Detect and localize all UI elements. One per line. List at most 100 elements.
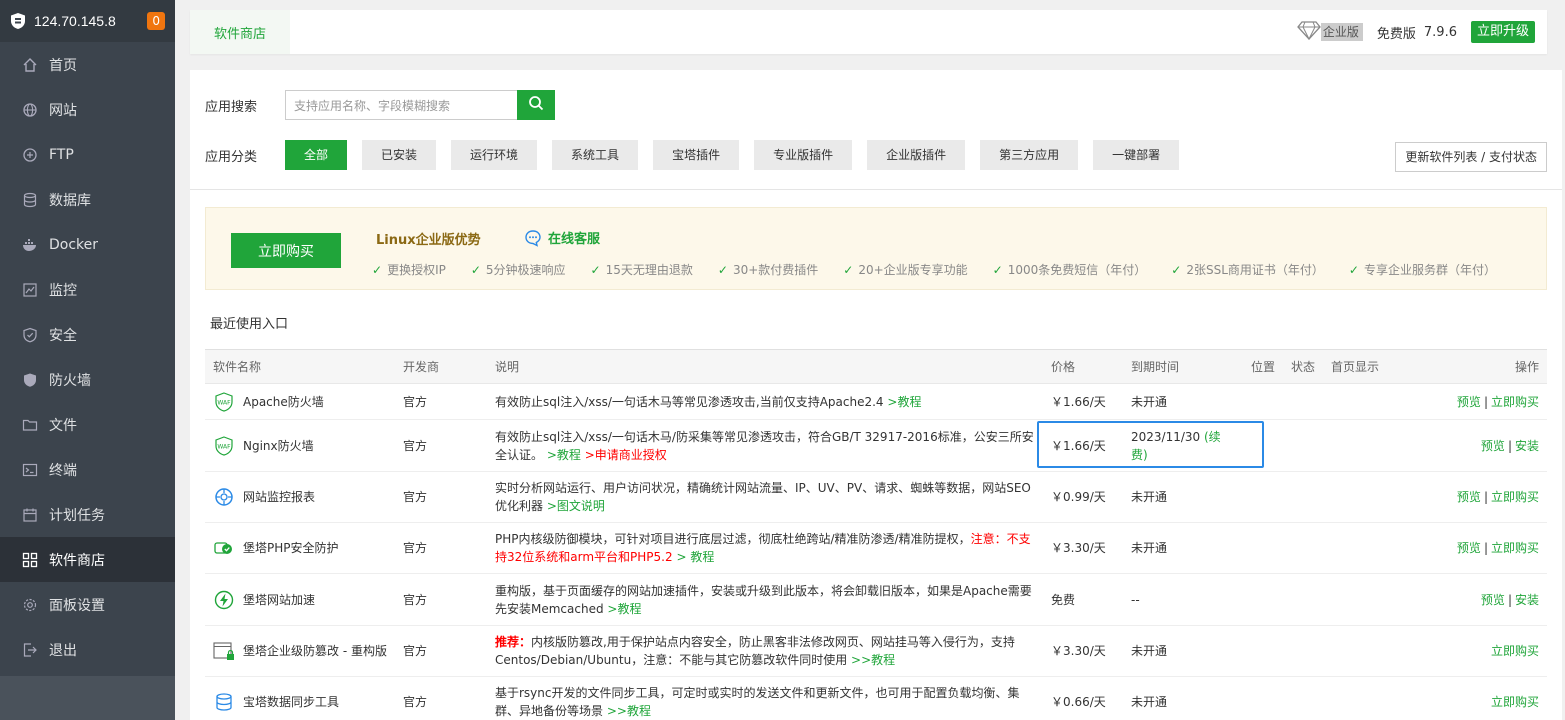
sidebar-item-home[interactable]: 首页 [0,42,175,87]
buy-link[interactable]: 立即购买 [1491,395,1539,409]
tab-software-store[interactable]: 软件商店 [190,10,290,54]
sidebar: 124.70.145.8 0 首页 网站 FTP 数据库 Docker 监控 安… [0,0,175,720]
software-name: 堡塔企业级防篡改 - 重构版 [243,644,387,658]
sidebar-footer [0,676,175,720]
sidebar-item-website[interactable]: 网站 [0,87,175,132]
tutorial-link[interactable]: >>教程 [607,704,651,718]
category-runtime[interactable]: 运行环境 [451,140,538,170]
globe-icon [22,102,38,118]
buy-now-button[interactable]: 立即购买 [231,233,341,268]
upgrade-button[interactable]: 立即升级 [1470,21,1535,43]
benefit-list: ✓ 更换授权IP ✓ 5分钟极速响应 ✓ 15天无理由退款 ✓ 30+款付费插件 ✓ 20… [372,261,1521,278]
benefit-item: ✓ 30+款付费插件 [717,262,819,278]
sidebar-item-label: 终端 [49,462,77,479]
notification-badge[interactable]: 0 [147,12,165,30]
description: 重构版，基于页面缓存的网站加速插件，安装或升级到此版本，将会卸载旧版本，如果是A… [487,573,1043,626]
buy-link[interactable]: 立即购买 [1491,541,1539,555]
server-ip: 124.70.145.8 [34,13,116,29]
sidebar-item-software-store[interactable]: 软件商店 [0,537,175,582]
folder-icon [22,417,38,433]
software-name: 堡塔网站加速 [243,592,316,607]
tutorial-link[interactable]: >教程 [887,395,921,409]
col-header-expire: 到期时间 [1123,349,1243,384]
search-input[interactable]: 支持应用名称、字段模糊搜索 [285,90,517,120]
server-header: 124.70.145.8 0 [0,0,175,42]
preview-link[interactable]: 预览 [1457,541,1481,555]
install-link[interactable]: 安装 [1515,593,1539,607]
buy-link[interactable]: 立即购买 [1491,490,1539,504]
waf-icon: WAF [213,391,235,413]
sidebar-item-label: Docker [49,236,99,253]
table-row: 宝塔数据同步工具 官方 基于rsync开发的文件同步工具，可定时或实时的发送文件… [205,676,1547,720]
expire-time: 未开通 [1123,471,1243,523]
commercial-license-link[interactable]: >申请商业授权 [585,448,667,462]
enterprise-badge[interactable]: 企业版 [1297,20,1363,44]
description: 推荐：内核版防篡改,用于保护站点内容安全，防止黑客非法修改网页、网站挂马等入侵行… [487,625,1043,677]
col-header-developer: 开发商 [395,349,487,384]
table-row: WAF Apache防火墙 官方 有效防止sql注入/xss/一句话木马等常见渗透… [205,383,1547,420]
actions: 预览 | 立即购买 [1415,383,1547,420]
expire-time: -- [1123,573,1243,626]
sidebar-item-label: 文件 [49,417,77,434]
sidebar-item-database[interactable]: 数据库 [0,177,175,222]
sidebar-item-settings[interactable]: 面板设置 [0,582,175,627]
developer: 官方 [395,419,487,472]
sidebar-item-docker[interactable]: Docker [0,222,175,267]
preview-link[interactable]: 预览 [1457,395,1481,409]
sidebar-item-firewall[interactable]: 防火墙 [0,357,175,402]
online-service-link[interactable]: 在线客服 [524,228,600,247]
category-bt-plugins[interactable]: 宝塔插件 [653,140,740,170]
preview-link[interactable]: 预览 [1481,593,1505,607]
buy-link[interactable]: 立即购买 [1491,644,1539,658]
sidebar-item-cron[interactable]: 计划任务 [0,492,175,537]
tutorial-link[interactable]: > 教程 [676,550,714,564]
svg-text:WAF: WAF [217,399,231,406]
category-installed[interactable]: 已安装 [362,140,437,170]
check-icon: ✓ [992,262,1003,277]
buy-link[interactable]: 立即购买 [1491,695,1539,709]
actions: 预览 | 安装 [1415,419,1547,472]
gear-icon [22,597,38,613]
col-header-name: 软件名称 [205,349,395,384]
search-button[interactable] [517,90,555,120]
top-bar-right: 企业版 免费版 7.9.6 立即升级 [1297,10,1535,54]
benefit-item: ✓ 1000条免费短信（年付） [992,262,1147,278]
sidebar-item-security[interactable]: 安全 [0,312,175,357]
software-table: 软件名称 开发商 说明 价格 到期时间 位置 状态 首页显示 操作 WAF Apa… [205,349,1547,720]
install-link[interactable]: 安装 [1515,439,1539,453]
description: 有效防止sql注入/xss/一句话木马/防采集等常见渗透攻击，符合GB/T 32… [487,419,1043,472]
sidebar-item-files[interactable]: 文件 [0,402,175,447]
doc-link[interactable]: >图文说明 [547,499,605,513]
sidebar-item-monitor[interactable]: 监控 [0,267,175,312]
version-label: 7.9.6 [1423,24,1457,40]
table-row: WAF Nginx防火墙 官方 有效防止sql注入/xss/一句话木马/防采集等常… [205,419,1547,472]
category-all[interactable]: 全部 [285,140,348,170]
benefit-item: ✓ 5分钟极速响应 [470,262,566,278]
online-service-label: 在线客服 [548,232,601,247]
sidebar-item-label: 数据库 [49,192,91,209]
search-icon [528,95,544,115]
top-bar: 软件商店 企业版 免费版 7.9.6 立即升级 [190,10,1547,54]
preview-link[interactable]: 预览 [1457,490,1481,504]
category-third-party[interactable]: 第三方应用 [980,140,1079,170]
monitor-icon [22,282,38,298]
sidebar-item-label: 首页 [49,57,77,74]
category-enterprise-plugins[interactable]: 企业版插件 [867,140,966,170]
tutorial-link[interactable]: >教程 [607,602,641,616]
sidebar-item-ftp[interactable]: FTP [0,132,175,177]
category-system-tools[interactable]: 系统工具 [552,140,639,170]
tutorial-link[interactable]: >教程 [547,448,581,462]
sidebar-item-terminal[interactable]: 终端 [0,447,175,492]
tutorial-link[interactable]: >>教程 [851,653,895,667]
category-pro-plugins[interactable]: 专业版插件 [754,140,853,170]
sidebar-item-logout[interactable]: 退出 [0,627,175,672]
category-one-click-deploy[interactable]: 一键部署 [1093,140,1180,170]
preview-link[interactable]: 预览 [1481,439,1505,453]
price: ￥1.66/天 [1043,419,1123,472]
check-icon: ✓ [1348,262,1359,277]
actions: 预览 | 立即购买 [1415,522,1547,574]
recent-entries-label: 最近使用入口 [210,317,289,332]
refresh-list-button[interactable]: 更新软件列表 / 支付状态 [1395,142,1547,172]
developer: 官方 [395,471,487,523]
tamper-proof-icon [213,640,235,662]
